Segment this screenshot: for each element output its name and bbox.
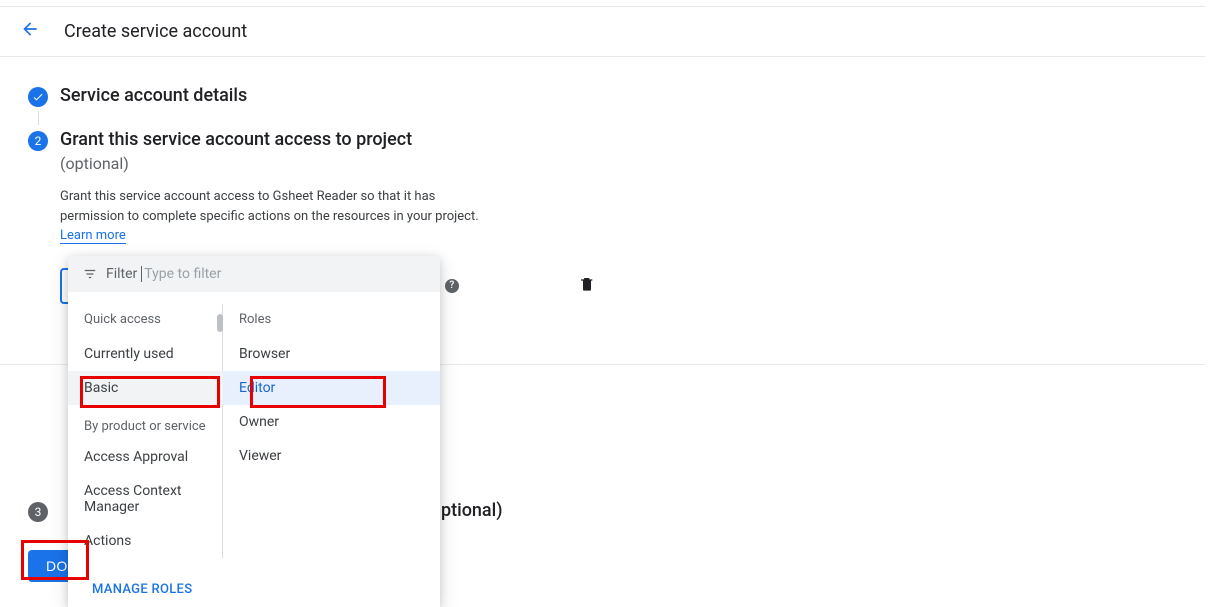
role-dropdown: Filter Type to filter Quick access Curre… (68, 256, 440, 607)
by-product-header: By product or service (68, 405, 223, 440)
step-connector (38, 111, 39, 125)
quick-access-header: Quick access (68, 304, 223, 337)
filter-label: Filter (106, 266, 137, 282)
manage-roles-link[interactable]: MANAGE ROLES (68, 558, 440, 607)
roles-header: Roles (223, 304, 440, 337)
role-viewer[interactable]: Viewer (223, 439, 440, 473)
step1-check-icon (28, 87, 48, 107)
step1-title: Service account details (60, 85, 247, 106)
item-access-approval[interactable]: Access Approval (68, 440, 223, 474)
dropdown-left-column: Quick access Currently used Basic By pro… (68, 304, 223, 558)
dropdown-right-column: Roles Browser Editor Owner Viewer (222, 304, 440, 558)
step2-desc-text: Grant this service account access to Gsh… (60, 189, 479, 224)
delete-role-icon[interactable] (579, 275, 595, 297)
step3-number-icon: 3 (28, 502, 48, 522)
help-icon[interactable]: ? (445, 279, 459, 293)
scrollbar-thumb[interactable] (217, 314, 223, 332)
back-arrow-icon[interactable] (20, 19, 48, 44)
step-service-account-details: Service account details (28, 85, 1205, 129)
step2-desc: Grant this service account access to Gsh… (60, 187, 500, 246)
role-owner[interactable]: Owner (223, 405, 440, 439)
role-browser[interactable]: Browser (223, 337, 440, 371)
page-title: Create service account (64, 21, 247, 42)
step2-number-icon: 2 (28, 131, 48, 151)
item-actions[interactable]: Actions (68, 524, 223, 558)
role-editor[interactable]: Editor (223, 371, 440, 405)
item-currently-used[interactable]: Currently used (68, 337, 223, 371)
step2-optional: (optional) (60, 154, 595, 173)
learn-more-link[interactable]: Learn more (60, 228, 126, 244)
step3-title-end: ptional) (441, 500, 503, 521)
step2-title: Grant this service account access to pro… (60, 129, 595, 150)
filter-bar[interactable]: Filter Type to filter (68, 256, 440, 292)
item-access-context-manager[interactable]: Access Context Manager (68, 474, 223, 524)
dropdown-columns: Quick access Currently used Basic By pro… (68, 292, 440, 558)
filter-placeholder: Type to filter (141, 266, 221, 282)
filter-icon (82, 267, 98, 281)
page-header: Create service account (0, 7, 1205, 57)
item-basic[interactable]: Basic (68, 371, 223, 405)
